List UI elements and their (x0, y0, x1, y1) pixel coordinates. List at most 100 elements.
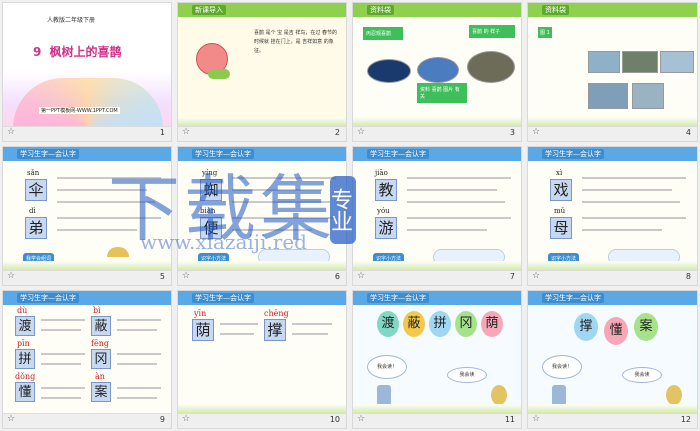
slide-header: 学习生字—会认字 (17, 293, 79, 303)
slide-header: 新课导入 (192, 5, 226, 15)
scenery-photo (622, 51, 658, 73)
scenery-photo (588, 83, 628, 109)
speech-bubble: 我会读！ (367, 355, 407, 379)
info-label: 丙忍观喜鹊 (363, 27, 403, 40)
slide-thumbnail-9[interactable]: 学习生字—会认字 dù 渡 bì 蔽 pīn 拼 fēng 冈 dǒng 懂 à… (2, 290, 172, 429)
slide-number: 3 (509, 128, 515, 137)
balloon-character[interactable]: 撑 (574, 313, 598, 341)
character-card[interactable]: 蔽 (91, 316, 111, 336)
character-card[interactable]: 戏 (550, 179, 572, 201)
decorative-fan (13, 78, 163, 127)
character-card[interactable]: 拼 (15, 349, 35, 369)
pinyin: dǒng (15, 372, 36, 381)
star-icon: ☆ (182, 271, 191, 281)
star-icon: ☆ (357, 414, 366, 424)
grade-subtitle: 人教版二年级下册 (47, 17, 96, 24)
character-card[interactable]: 冈 (91, 349, 111, 369)
magpie-photo (467, 51, 515, 83)
slide-header: 学习生字—会认字 (542, 293, 604, 303)
pinyin: dù (17, 306, 28, 315)
scenery-photo (588, 51, 620, 73)
slide-number: 6 (334, 272, 340, 281)
scenery-photo (660, 51, 694, 73)
slide-thumbnail-11[interactable]: 学习生字—会认字 渡 蔽 拼 冈 荫 我会读！ 我会读 ☆ 11 (352, 290, 522, 429)
character-card[interactable]: 母 (550, 217, 572, 239)
slide-thumbnail-4[interactable]: 资料袋 图 1 ☆ 4 (527, 2, 698, 142)
pinyin: pīn (17, 339, 30, 348)
pinyin: bì (93, 306, 101, 315)
slide-number: 2 (334, 128, 340, 137)
star-icon: ☆ (357, 271, 366, 281)
balloon-character[interactable]: 冈 (455, 311, 477, 337)
lesson-title: 9 枫树上的喜鹊 (33, 43, 122, 60)
speech-bubble: 我会读 (447, 367, 487, 383)
pinyin: dì (29, 207, 36, 215)
magpie-photo (417, 57, 459, 83)
pinyin: sǎn (27, 169, 40, 177)
star-icon: ☆ (7, 271, 16, 281)
balloon-character[interactable]: 案 (634, 313, 658, 341)
leaf-character-icon (491, 385, 507, 405)
pinyin: jiāo (375, 169, 388, 177)
slide-thumbnail-7[interactable]: 学习生字—会认字 jiāo 教 yóu 游 识字小方法 ☆ 7 (352, 146, 522, 286)
character-card[interactable]: 懂 (15, 382, 35, 402)
intro-poem: 喜鹊 是个 宝 是吉 祥鸟，在过 春节的 时候就 挂在门上，是 吉祥如意 的象征… (254, 30, 337, 54)
pinyin: fēng (91, 339, 109, 348)
slide-header: 资料袋 (542, 5, 569, 15)
leaf-character-icon (666, 385, 682, 405)
speech-bubble: 我会读！ (542, 355, 582, 379)
pinyin: chēng (264, 309, 289, 318)
image-label: 图 1 (538, 27, 552, 38)
character-card[interactable]: 伞 (25, 179, 47, 201)
character-card[interactable]: 弟 (25, 217, 47, 239)
info-label: 资料 喜鹊 图片 有关 (417, 83, 467, 103)
slide-number: 7 (509, 272, 515, 281)
pinyin: àn (95, 372, 105, 381)
watermark-badge: 专业 (327, 176, 356, 244)
character-card[interactable]: 渡 (15, 316, 35, 336)
slide-number: 4 (685, 128, 691, 137)
character-card[interactable]: 游 (375, 217, 397, 239)
magpie-photo (367, 59, 411, 83)
star-icon: ☆ (532, 127, 541, 137)
pinyin: yīn (194, 309, 207, 318)
slide-thumbnail-10[interactable]: 学习生字—会认字 yīn 荫 chēng 撑 ☆ 10 (177, 290, 347, 429)
slide-header: 学习生字—会认字 (367, 149, 429, 159)
slide-header: 资料袋 (367, 5, 394, 15)
info-label: 喜鹊 的 样子 (469, 25, 515, 38)
character-card[interactable]: 荫 (192, 319, 214, 341)
watermark-url: www.xiazaiji.red (140, 230, 307, 254)
guitar-icon (208, 69, 230, 79)
balloon-character[interactable]: 懂 (604, 317, 628, 345)
character-card[interactable]: 教 (375, 179, 397, 201)
slide-number: 8 (685, 272, 691, 281)
star-icon: ☆ (7, 127, 16, 137)
star-icon: ☆ (532, 271, 541, 281)
slide-header: 学习生字—会认字 (542, 149, 604, 159)
pinyin: yóu (377, 207, 390, 215)
character-card[interactable]: 撑 (264, 319, 286, 341)
speech-bubble: 我会读 (622, 367, 662, 383)
slide-thumbnail-1[interactable]: 人教版二年级下册 9 枫树上的喜鹊 第一PPT模板网-WWW.1PPT.COM … (2, 2, 172, 142)
pinyin: xì (556, 169, 563, 177)
balloon-character[interactable]: 渡 (377, 311, 399, 337)
balloon-character[interactable]: 荫 (481, 311, 503, 337)
footer-link: 第一PPT模板网-WWW.1PPT.COM (39, 107, 120, 114)
slide-number: 10 (329, 415, 340, 424)
slide-thumbnail-8[interactable]: 学习生字—会认字 xì 戏 mǔ 母 识字小方法 ☆ 8 (527, 146, 698, 286)
slide-thumbnail-3[interactable]: 资料袋 丙忍观喜鹊 喜鹊 的 样子 资料 喜鹊 图片 有关 ☆ 3 (352, 2, 522, 142)
scenery-photo (632, 83, 664, 109)
pinyin: mǔ (554, 207, 566, 215)
balloon-character[interactable]: 拼 (429, 311, 451, 337)
star-icon: ☆ (182, 414, 191, 424)
star-icon: ☆ (532, 414, 541, 424)
star-icon: ☆ (182, 127, 191, 137)
slide-header: 学习生字—会认字 (17, 149, 79, 159)
slide-number: 1 (159, 128, 165, 137)
slide-thumbnail-12[interactable]: 学习生字—会认字 撑 懂 案 我会读！ 我会读 ☆ 12 (527, 290, 698, 429)
lesson-number: 9 (33, 45, 42, 59)
character-card[interactable]: 案 (91, 382, 111, 402)
slide-thumbnail-2[interactable]: 新课导入 喜鹊 是个 宝 是吉 祥鸟，在过 春节的 时候就 挂在门上，是 吉祥如… (177, 2, 347, 142)
lesson-name: 枫树上的喜鹊 (49, 45, 122, 59)
balloon-character[interactable]: 蔽 (403, 311, 425, 337)
